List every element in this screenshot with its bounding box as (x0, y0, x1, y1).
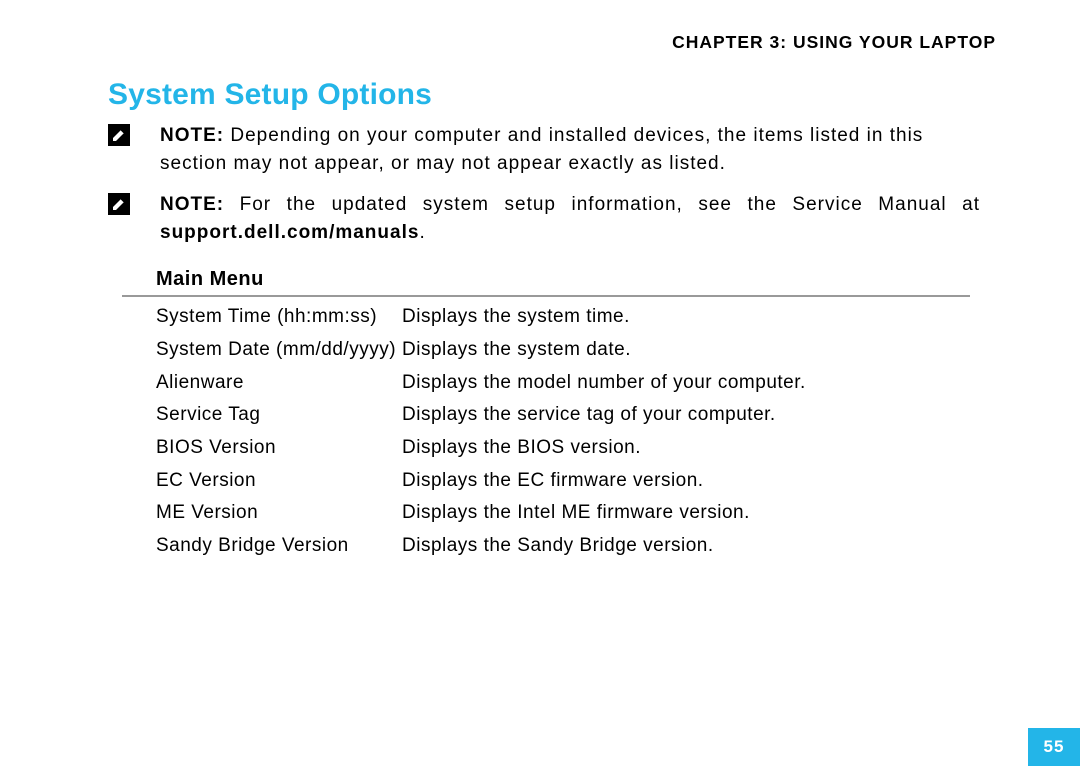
option-desc: Displays the BIOS version. (402, 436, 980, 461)
note-label: NOTE: (160, 125, 224, 146)
divider (122, 295, 970, 297)
option-name: System Date (mm/dd/yyyy) (156, 338, 402, 363)
note-text: NOTE: Depending on your computer and ins… (160, 122, 980, 177)
note-pencil-icon (108, 124, 130, 146)
table-row: Sandy Bridge Version Displays the Sandy … (156, 534, 980, 559)
option-name: Sandy Bridge Version (156, 534, 402, 559)
table-row: System Time (hh:mm:ss) Displays the syst… (156, 305, 980, 330)
option-desc: Displays the Sandy Bridge version. (402, 534, 980, 559)
option-table: System Time (hh:mm:ss) Displays the syst… (156, 305, 980, 559)
page-content: System Setup Options NOTE: Depending on … (108, 78, 980, 567)
table-row: Service Tag Displays the service tag of … (156, 403, 980, 428)
note-pencil-icon (108, 193, 130, 215)
option-desc: Displays the model number of your comput… (402, 371, 980, 396)
option-name: Alienware (156, 371, 402, 396)
table-row: Alienware Displays the model number of y… (156, 371, 980, 396)
option-desc: Displays the system date. (402, 338, 980, 363)
note-body: Depending on your computer and installed… (160, 125, 923, 174)
option-name: Service Tag (156, 403, 402, 428)
option-name: BIOS Version (156, 436, 402, 461)
page-number-tab: 55 (1028, 728, 1080, 766)
option-desc: Displays the service tag of your compute… (402, 403, 980, 428)
option-desc: Displays the EC firmware version. (402, 469, 980, 494)
menu-title: Main Menu (156, 268, 980, 291)
option-name: EC Version (156, 469, 402, 494)
chapter-header: CHAPTER 3: USING YOUR LAPTOP (672, 32, 996, 53)
table-row: System Date (mm/dd/yyyy) Displays the sy… (156, 338, 980, 363)
option-name: ME Version (156, 501, 402, 526)
note-text: NOTE: For the updated system setup infor… (160, 191, 980, 246)
note-link: support.dell.com/manuals (160, 222, 419, 243)
section-title: System Setup Options (108, 78, 980, 112)
option-name: System Time (hh:mm:ss) (156, 305, 402, 330)
table-row: EC Version Displays the EC firmware vers… (156, 469, 980, 494)
note-body-prefix: For the updated system setup information… (224, 194, 980, 215)
option-desc: Displays the system time. (402, 305, 980, 330)
note-block-1: NOTE: Depending on your computer and ins… (108, 122, 980, 177)
option-desc: Displays the Intel ME firmware version. (402, 501, 980, 526)
note-body-suffix: . (419, 222, 425, 243)
table-row: BIOS Version Displays the BIOS version. (156, 436, 980, 461)
table-row: ME Version Displays the Intel ME firmwar… (156, 501, 980, 526)
note-block-2: NOTE: For the updated system setup infor… (108, 191, 980, 246)
note-label: NOTE: (160, 194, 224, 215)
